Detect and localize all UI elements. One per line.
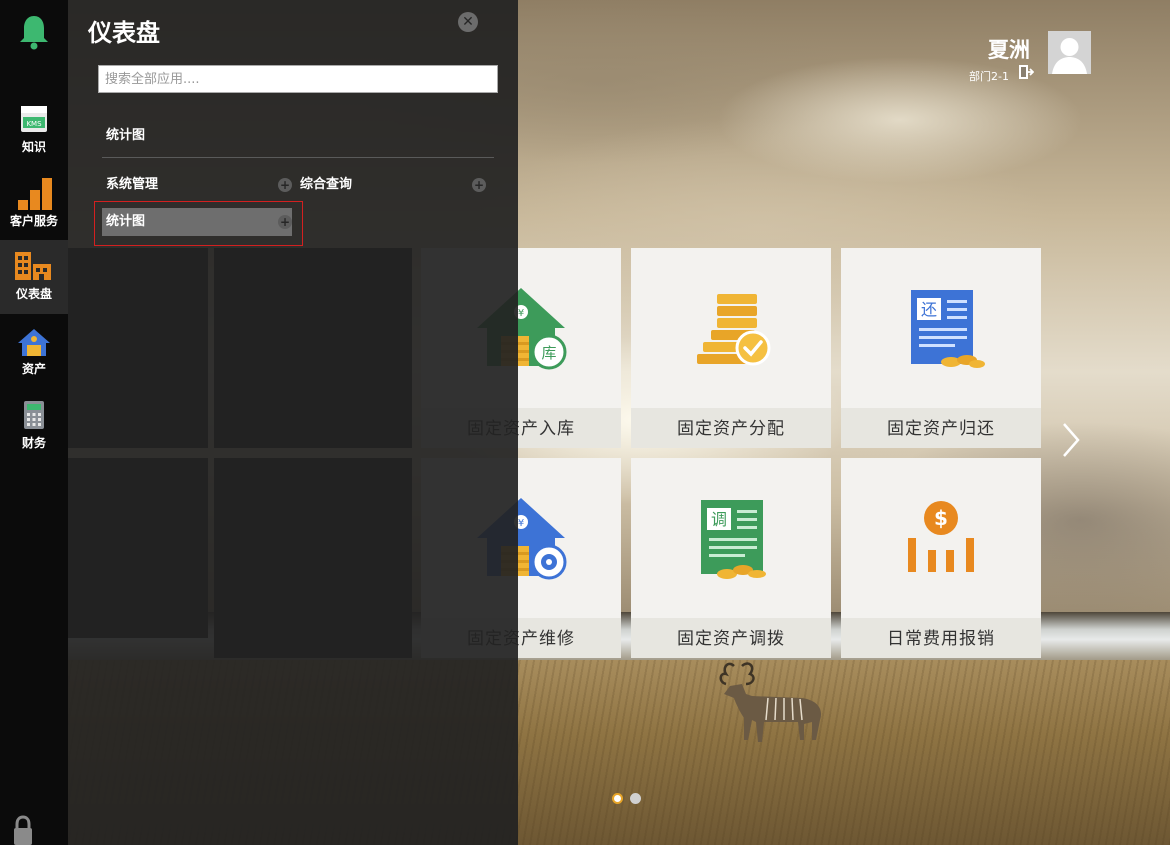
tile-label: 固定资产调拨 — [631, 618, 831, 658]
buildings-icon — [15, 252, 51, 280]
nav-item-finance[interactable]: 财务 — [0, 396, 68, 470]
add-icon[interactable]: + — [278, 178, 292, 192]
next-page-arrow-icon[interactable] — [1060, 420, 1084, 460]
svg-text:调: 调 — [711, 510, 727, 529]
nav-item-knowledge[interactable]: KMS 知识 — [0, 100, 68, 174]
doc-transfer-icon: 调 — [701, 500, 766, 579]
tile-asset-transfer[interactable]: 调 固定资产调拨 — [631, 458, 831, 658]
pager-dot-1[interactable] — [612, 793, 623, 804]
lock-icon[interactable] — [12, 815, 34, 845]
tile-asset-return[interactable]: 还 固定资产归还 — [841, 248, 1041, 448]
svg-text:¥: ¥ — [518, 308, 524, 319]
nav-item-notifications[interactable] — [0, 0, 68, 60]
add-icon[interactable]: + — [472, 178, 486, 192]
left-nav: KMS 知识 客户服务 仪表盘 资产 财务 — [0, 0, 68, 845]
doc-return-icon: 还 — [911, 290, 985, 368]
logout-icon[interactable] — [1018, 64, 1034, 80]
calculator-icon — [24, 401, 44, 429]
menu-item-system-management[interactable]: 系统管理 + — [102, 171, 292, 199]
selection-highlight — [94, 201, 303, 246]
nav-label: 资产 — [21, 362, 46, 376]
search-input[interactable] — [98, 65, 498, 93]
avatar[interactable] — [1048, 31, 1091, 74]
svg-text:KMS: KMS — [26, 120, 42, 128]
divider — [102, 157, 494, 158]
dollar-bars-icon: $ — [908, 501, 974, 572]
nav-label: 财务 — [21, 436, 46, 450]
menu-item-label: 系统管理 — [106, 177, 159, 192]
bell-icon — [20, 16, 48, 50]
svg-text:¥: ¥ — [518, 518, 524, 529]
tile-label: 固定资产分配 — [631, 408, 831, 448]
user-name[interactable]: 夏洲 — [988, 34, 1030, 64]
svg-text:库: 库 — [541, 344, 556, 362]
tile-label: 固定资产归还 — [841, 408, 1041, 448]
panel-title: 仪表盘 — [88, 19, 160, 47]
menu-item-label: 综合查询 — [300, 177, 353, 192]
tile-expense-reimbursement[interactable]: $ 日常费用报销 — [841, 458, 1041, 658]
coins-check-icon — [697, 294, 771, 366]
svg-text:还: 还 — [921, 300, 937, 319]
user-department: 部门2-1 — [969, 70, 1009, 83]
nav-item-customer-service[interactable]: 客户服务 — [0, 172, 68, 246]
close-icon[interactable]: ✕ — [458, 12, 478, 32]
menu-item-comprehensive-query[interactable]: 综合查询 + — [296, 171, 486, 199]
tile-label: 日常费用报销 — [841, 618, 1041, 658]
section-title: 统计图 — [106, 128, 146, 143]
bar-chart-icon — [18, 178, 52, 210]
nav-item-assets[interactable]: 资产 — [0, 322, 68, 396]
pager-dot-2[interactable] — [630, 793, 641, 804]
nav-item-dashboard[interactable]: 仪表盘 — [0, 240, 68, 314]
nav-label: 客户服务 — [9, 214, 58, 228]
user-silhouette-icon — [1052, 38, 1087, 74]
tile-asset-allocation[interactable]: 固定资产分配 — [631, 248, 831, 448]
nav-label: 知识 — [21, 140, 46, 154]
kudu-image — [719, 662, 822, 742]
app-panel: 仪表盘 ✕ 统计图 系统管理 + 综合查询 + 统计图 + — [68, 0, 518, 845]
nav-label: 仪表盘 — [15, 287, 52, 301]
svg-text:$: $ — [934, 506, 948, 530]
